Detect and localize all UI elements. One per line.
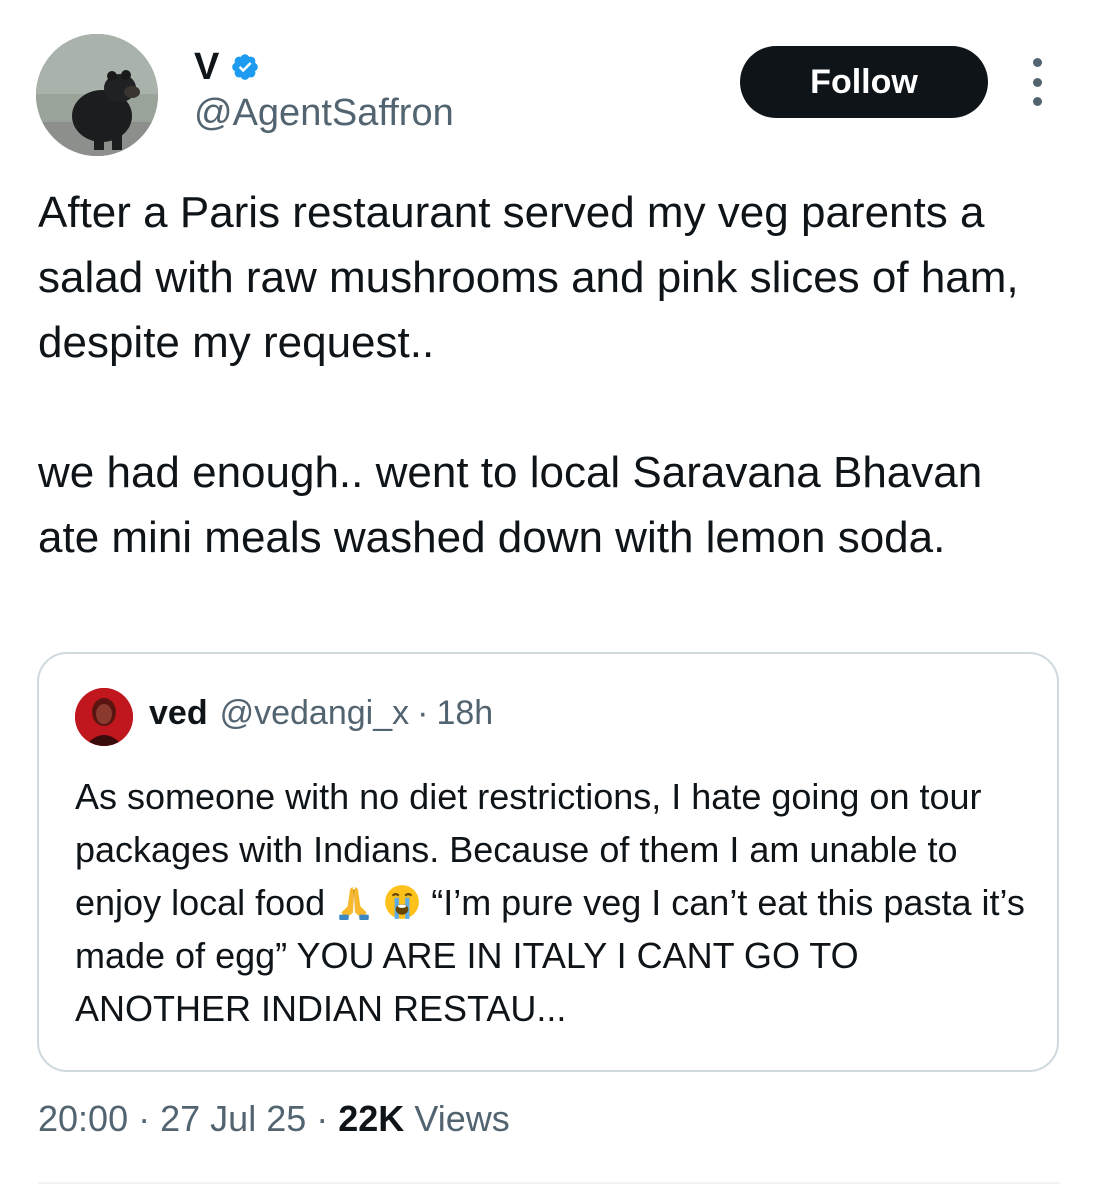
tweet-date[interactable]: 27 Jul 25 — [160, 1098, 306, 1139]
tweet-text: After a Paris restaurant served my veg p… — [38, 188, 1019, 562]
more-options-icon[interactable] — [1024, 58, 1050, 106]
quoted-tweet[interactable]: ved @vedangi_x · 18h As someone with no … — [37, 652, 1059, 1072]
separator-dot: · — [316, 1098, 329, 1139]
tweet: V @AgentSaffron Follow After a Paris res… — [0, 0, 1098, 1200]
quoted-author-name[interactable]: ved — [149, 694, 208, 733]
person-avatar-icon — [75, 688, 133, 746]
bear-avatar-icon — [36, 34, 158, 156]
follow-button[interactable]: Follow — [740, 46, 988, 118]
quoted-timestamp[interactable]: 18h — [436, 694, 493, 733]
views-count[interactable]: 22K — [338, 1098, 404, 1139]
views-label: Views — [414, 1098, 510, 1139]
tweet-time[interactable]: 20:00 — [38, 1098, 128, 1139]
quoted-author-avatar[interactable] — [75, 688, 133, 746]
author-handle[interactable]: @AgentSaffron — [194, 92, 454, 135]
quoted-text: As someone with no diet restrictions, I … — [75, 770, 1035, 1035]
tweet-meta: 20:00 · 27 Jul 25 · 22K Views — [38, 1098, 510, 1140]
separator-dot: · — [417, 694, 429, 732]
author-avatar[interactable] — [36, 34, 158, 156]
divider — [38, 1182, 1060, 1184]
more-dot — [1032, 58, 1042, 67]
separator-dot: · — [138, 1098, 151, 1139]
verified-badge-icon — [232, 54, 258, 80]
more-dot — [1032, 97, 1042, 106]
author-name-row: V — [194, 44, 260, 90]
loudly-crying-face-icon — [385, 885, 420, 919]
more-dot — [1032, 77, 1042, 87]
quoted-header: ved @vedangi_x · 18h — [149, 694, 493, 733]
quoted-author-handle[interactable]: @vedangi_x — [220, 694, 410, 733]
author-display-name[interactable]: V — [194, 46, 220, 89]
folded-hands-icon — [339, 887, 369, 920]
